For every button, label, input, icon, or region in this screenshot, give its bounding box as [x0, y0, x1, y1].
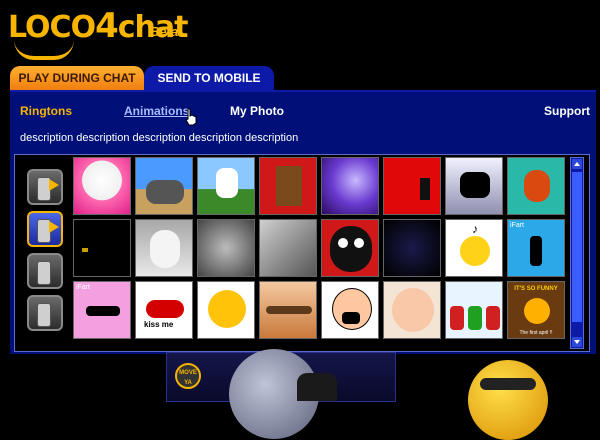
thumb-dog[interactable] [197, 157, 255, 215]
thumb-rooster[interactable] [507, 157, 565, 215]
nav-ringtons[interactable]: Ringtons [20, 104, 72, 118]
loco4chat-logo: LOCO4chat Beta [8, 4, 208, 60]
thumb-music-smiley[interactable]: ♪ [445, 219, 503, 277]
sunglasses-smiley [468, 360, 548, 440]
move-ya-badge: MOVE YA [175, 363, 201, 389]
arrow-up-icon [574, 162, 580, 166]
description-text: description description description desc… [20, 132, 299, 144]
thumb-dark-creature[interactable] [73, 219, 131, 277]
thumb-elephant[interactable] [135, 157, 193, 215]
beta-label: Beta [150, 24, 179, 39]
thumb-screaming-cartoon[interactable] [321, 281, 379, 339]
thumb-horse-silhouette[interactable] [445, 157, 503, 215]
tab-send-to-mobile[interactable]: SEND TO MOBILE [144, 66, 274, 90]
thumb-smiley-crying[interactable] [197, 281, 255, 339]
thumb-kiss-me-lips[interactable]: kiss me [135, 281, 193, 339]
thumb-eagle[interactable] [259, 281, 317, 339]
phone-icon[interactable] [27, 253, 63, 289]
thumb-kitten[interactable] [73, 157, 131, 215]
animation-gallery: ♪ iFart iFart kiss me IT'S SO FUNNY The … [14, 154, 590, 352]
scroll-down-button[interactable] [572, 337, 582, 347]
promo-banner[interactable]: MOVE YA [166, 349, 396, 439]
thumb-laughing-baby[interactable] [383, 281, 441, 339]
sunglasses-icon [480, 378, 536, 390]
phone-icon[interactable] [27, 295, 63, 331]
animation-to-phone-icon[interactable] [27, 211, 63, 247]
cartoon-character [297, 373, 337, 401]
thumb-black-panther[interactable] [383, 219, 441, 277]
nav-my-photo[interactable]: My Photo [230, 104, 284, 118]
nav-support[interactable]: Support [544, 104, 590, 118]
thumb-its-so-funny[interactable]: IT'S SO FUNNY The first april !! [507, 281, 565, 339]
hand-cursor-icon [185, 108, 197, 126]
scroll-up-button[interactable] [572, 159, 582, 169]
arrow-down-icon [574, 340, 580, 344]
ringtone-to-phone-icon[interactable] [27, 169, 63, 205]
tab-play-during-chat[interactable]: PLAY DURING CHAT [10, 66, 144, 90]
logo-smile [14, 40, 74, 60]
gallery-scrollbar[interactable] [570, 157, 584, 349]
nav-animations[interactable]: Animations [124, 104, 189, 118]
thumb-pink-dancer[interactable]: iFart [73, 281, 131, 339]
thumb-scared-face[interactable] [259, 219, 317, 277]
thumb-christmas-kids[interactable] [445, 281, 503, 339]
thumb-dancer-silhouette[interactable]: iFart [507, 219, 565, 277]
thumb-black-ghoul[interactable] [321, 219, 379, 277]
main-panel: Ringtons Animations My Photo Support des… [10, 90, 596, 354]
scroll-thumb[interactable] [572, 172, 582, 322]
thumb-sheep[interactable] [135, 219, 193, 277]
thumb-wolf-moon[interactable] [321, 157, 379, 215]
thumb-baby-face[interactable] [197, 219, 255, 277]
thumb-cuckoo-clock[interactable] [259, 157, 317, 215]
thumb-red-running-man[interactable] [383, 157, 441, 215]
